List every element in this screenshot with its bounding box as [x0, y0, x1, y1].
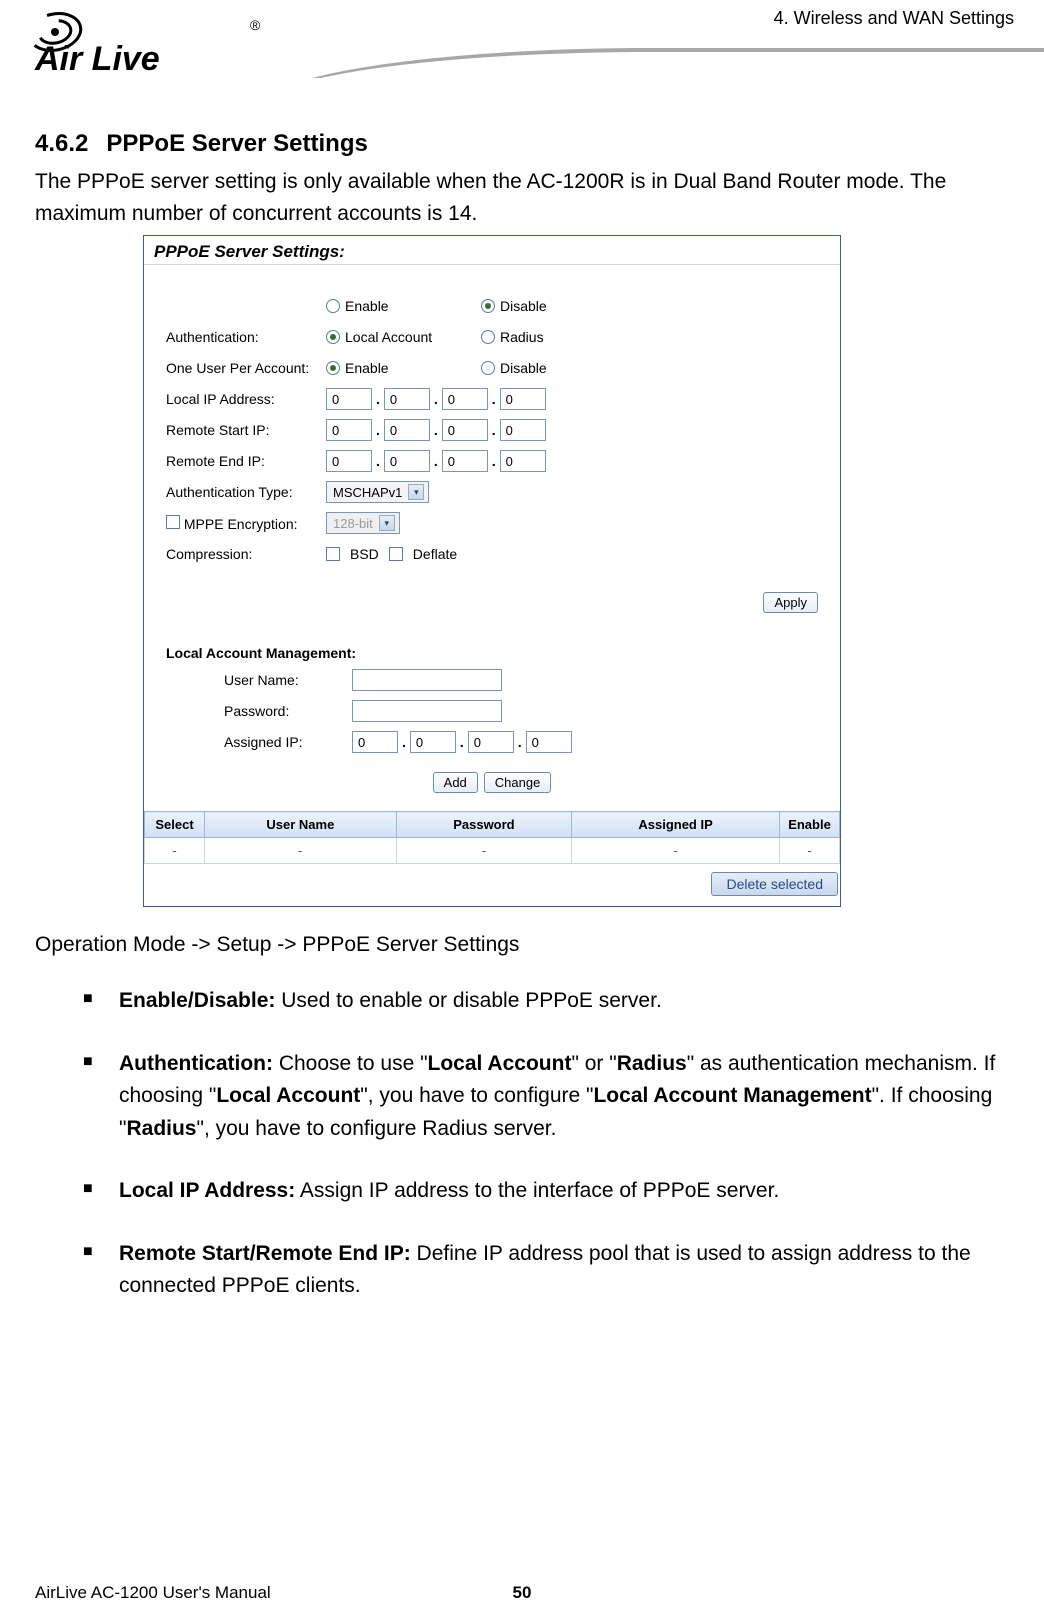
- th-select: Select: [145, 812, 205, 838]
- comp-label: Compression:: [166, 546, 326, 562]
- pwd-label: Password:: [224, 703, 352, 719]
- section-title: PPPoE Server Settings: [106, 130, 367, 157]
- authtype-select[interactable]: MSCHAPv1▾: [326, 481, 429, 503]
- change-button[interactable]: Change: [484, 772, 552, 793]
- authtype-label: Authentication Type:: [166, 484, 326, 500]
- th-assigned-ip: Assigned IP: [572, 812, 780, 838]
- oupa-enable-radio[interactable]: [326, 361, 340, 375]
- svg-text:Air Live: Air Live: [34, 40, 160, 78]
- local-ip-1[interactable]: 0: [326, 388, 372, 410]
- table-row: - - - - -: [145, 838, 840, 864]
- auth-radius-radio[interactable]: [481, 330, 495, 344]
- apply-button[interactable]: Apply: [763, 592, 818, 613]
- rend-ip-4[interactable]: 0: [500, 450, 546, 472]
- mppe-select[interactable]: 128-bit▾: [326, 512, 400, 534]
- svg-text:®: ®: [250, 17, 261, 33]
- local-ip-2[interactable]: 0: [384, 388, 430, 410]
- th-password: Password: [396, 812, 571, 838]
- rend-ip-2[interactable]: 0: [384, 450, 430, 472]
- rstart-ip-4[interactable]: 0: [500, 419, 546, 441]
- aip-2[interactable]: 0: [410, 731, 456, 753]
- list-item: Enable/Disable: Used to enable or disabl…: [83, 985, 1014, 1018]
- delete-selected-button[interactable]: Delete selected: [711, 872, 838, 896]
- page-footer: AirLive AC-1200 User's Manual 50: [35, 1583, 1009, 1603]
- section-number: 4.6.2: [35, 130, 88, 157]
- accounts-table: Select User Name Password Assigned IP En…: [144, 811, 840, 864]
- chapter-label: 4. Wireless and WAN Settings: [774, 8, 1014, 29]
- chevron-down-icon: ▾: [408, 484, 424, 500]
- list-item: Authentication: Choose to use "Local Acc…: [83, 1048, 1014, 1146]
- local-ip-4[interactable]: 0: [500, 388, 546, 410]
- auth-label: Authentication:: [166, 329, 326, 345]
- list-item: Local IP Address: Assign IP address to t…: [83, 1175, 1014, 1208]
- rend-ip-3[interactable]: 0: [442, 450, 488, 472]
- add-button[interactable]: Add: [433, 772, 478, 793]
- th-username: User Name: [205, 812, 397, 838]
- uname-label: User Name:: [224, 672, 352, 688]
- disable-radio[interactable]: [481, 299, 495, 313]
- deflate-checkbox[interactable]: [389, 547, 403, 561]
- auth-local-radio[interactable]: [326, 330, 340, 344]
- rstart-ip-1[interactable]: 0: [326, 419, 372, 441]
- page-number: 50: [513, 1583, 532, 1603]
- airlive-logo: Air Live ®: [25, 10, 265, 85]
- lam-title: Local Account Management:: [144, 641, 840, 669]
- page-header: Air Live ® 4. Wireless and WAN Settings: [0, 0, 1044, 110]
- password-input[interactable]: [352, 700, 502, 722]
- screenshot-panel: PPPoE Server Settings: Enable Disable Au…: [143, 235, 841, 907]
- rend-ip-1[interactable]: 0: [326, 450, 372, 472]
- header-swoosh: [260, 48, 1044, 78]
- th-enable: Enable: [780, 812, 840, 838]
- oupa-label: One User Per Account:: [166, 360, 326, 376]
- aip-3[interactable]: 0: [468, 731, 514, 753]
- bsd-checkbox[interactable]: [326, 547, 340, 561]
- local-ip-label: Local IP Address:: [166, 391, 326, 407]
- manual-title: AirLive AC-1200 User's Manual: [35, 1583, 271, 1603]
- main-content: 4.6.2 PPPoE Server Settings The PPPoE ser…: [35, 130, 1014, 1333]
- enable-radio[interactable]: [326, 299, 340, 313]
- list-item: Remote Start/Remote End IP: Define IP ad…: [83, 1238, 1014, 1303]
- local-ip-3[interactable]: 0: [442, 388, 488, 410]
- username-input[interactable]: [352, 669, 502, 691]
- rstart-ip-2[interactable]: 0: [384, 419, 430, 441]
- bullet-list: Enable/Disable: Used to enable or disabl…: [35, 985, 1014, 1303]
- chevron-down-icon: ▾: [379, 515, 395, 531]
- aip-4[interactable]: 0: [526, 731, 572, 753]
- rstart-ip-3[interactable]: 0: [442, 419, 488, 441]
- mppe-checkbox[interactable]: [166, 515, 180, 529]
- aip-1[interactable]: 0: [352, 731, 398, 753]
- rend-label: Remote End IP:: [166, 453, 326, 469]
- oupa-disable-radio[interactable]: [481, 361, 495, 375]
- section-heading: 4.6.2 PPPoE Server Settings: [35, 130, 1014, 158]
- panel-title: PPPoE Server Settings:: [144, 236, 840, 265]
- rstart-label: Remote Start IP:: [166, 422, 326, 438]
- mppe-label: MPPE Encryption:: [184, 516, 298, 532]
- aip-label: Assigned IP:: [224, 734, 352, 750]
- breadcrumb: Operation Mode -> Setup -> PPPoE Server …: [35, 933, 1014, 957]
- section-intro: The PPPoE server setting is only availab…: [35, 166, 1014, 229]
